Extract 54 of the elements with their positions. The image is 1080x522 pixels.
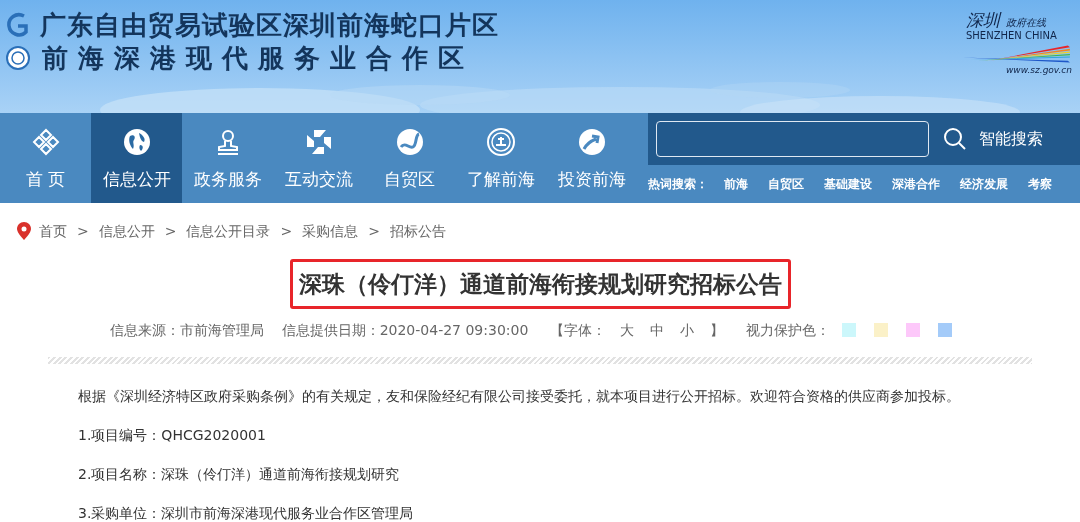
search-icon <box>943 127 967 151</box>
brand-tagline: 政府在线 <box>1006 16 1046 30</box>
seal-icon <box>485 127 516 157</box>
location-pin-icon <box>17 222 31 240</box>
font-size-link[interactable]: 中 <box>650 319 665 341</box>
breadcrumb-separator: > <box>77 221 89 241</box>
font-size-label: 【字体： <box>550 320 607 340</box>
article-title: 深珠（伶仃洋）通道前海衔接规划研究招标公告 <box>289 259 791 309</box>
nav-tab[interactable]: 首 页 <box>0 113 91 203</box>
nav-tab[interactable]: 自贸区 <box>364 113 455 203</box>
breadcrumb-link[interactable]: 信息公开 <box>98 220 155 242</box>
arrow-circle-icon <box>576 127 607 157</box>
breadcrumb-separator: > <box>368 221 380 241</box>
eye-care-label: 视力保护色： <box>746 320 831 340</box>
hot-words-label: 热词搜索： <box>648 176 708 193</box>
diamonds-icon <box>30 127 61 157</box>
info-source: 信息来源：市前海管理局 <box>109 320 264 340</box>
brand-name: SHENZHEN CHINA <box>966 30 1057 42</box>
search-button[interactable]: 智能搜索 <box>943 127 1043 151</box>
font-size-link[interactable]: 大 <box>620 319 635 341</box>
emblem-icon <box>6 12 28 38</box>
site-url: www.sz.gov.cn <box>1006 64 1072 76</box>
color-swatch[interactable] <box>842 323 857 337</box>
bracket: 】 <box>710 320 725 340</box>
paragraph: 2.项目名称：深珠（伶仃洋）通道前海衔接规划研究 <box>78 465 401 484</box>
color-swatch[interactable] <box>938 323 953 337</box>
color-swatch[interactable] <box>906 323 921 337</box>
nav-tab[interactable]: 了解前海 <box>455 113 546 203</box>
site-subtitle: 前海深港现代服务业合作区 <box>42 43 474 73</box>
paragraph: 1.项目编号：QHCG2020001 <box>78 426 267 445</box>
search-field[interactable] <box>656 121 929 157</box>
nav-tab[interactable]: 信息公开 <box>91 113 182 203</box>
publish-date: 信息提供日期：2020-04-27 09:30:00 <box>281 320 529 340</box>
font-size-link[interactable]: 小 <box>680 319 695 341</box>
breadcrumb-separator: > <box>164 221 177 241</box>
breadcrumb-separator: > <box>280 221 293 241</box>
paragraph: 根据《深圳经济特区政府采购条例》的有关规定，友和保险经纪有限公司接受委托，就本项目进行公开招标。欢迎符合资格的供应商参加投标。 <box>78 387 961 406</box>
breadcrumb-link[interactable]: 信息公开目录 <box>186 220 271 242</box>
paragraph: 3.采购单位：深圳市前海深港现代服务业合作区管理局 <box>78 504 415 522</box>
site-title: 广东自由贸易试验区深圳前海蛇口片区 <box>40 10 499 40</box>
hot-word-link[interactable]: 经济发展 <box>960 175 1008 193</box>
hot-word-link[interactable]: 前海 <box>724 175 748 193</box>
color-swatch[interactable] <box>874 323 889 337</box>
hot-word-link[interactable]: 深港合作 <box>892 175 940 193</box>
nav-tab[interactable]: 互动交流 <box>273 113 364 203</box>
nav-tab[interactable]: 政务服务 <box>182 113 273 203</box>
breadcrumb-link[interactable]: 采购信息 <box>302 220 359 242</box>
hot-word-link[interactable]: 基础建设 <box>824 175 872 193</box>
hot-word-link[interactable]: 自贸区 <box>768 175 804 193</box>
nav-tab[interactable]: 投资前海 <box>546 113 637 203</box>
brand-script: 深圳 <box>966 10 1000 30</box>
breadcrumb-link[interactable]: 招标公告 <box>389 220 446 242</box>
breadcrumb-link[interactable]: 首页 <box>39 220 67 242</box>
hot-word-link[interactable]: 考察 <box>1028 175 1052 193</box>
